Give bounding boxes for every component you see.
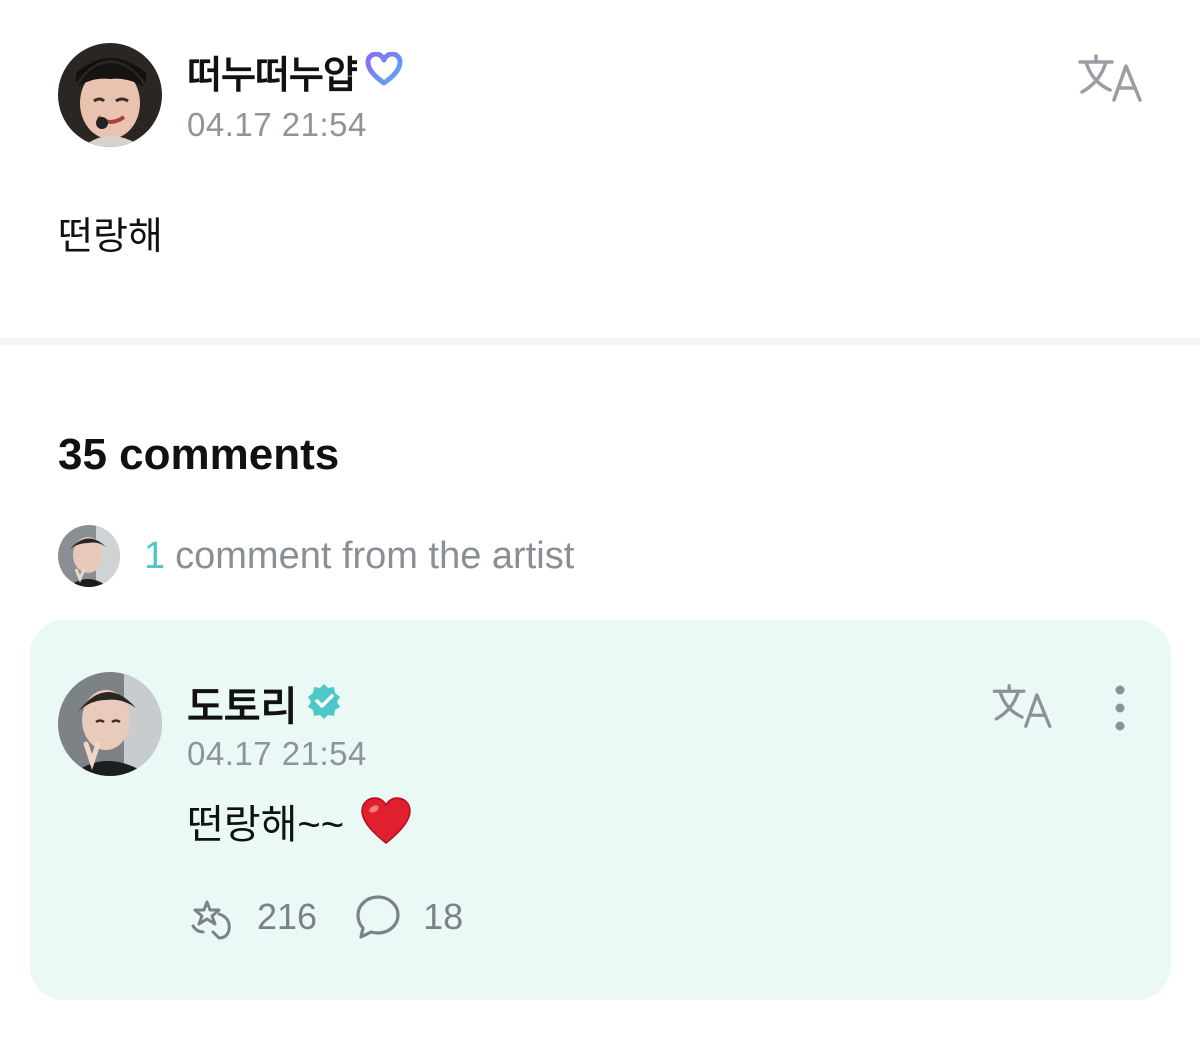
post: 떠누떠누얍 04.17 21:54 떤랑해: [0, 0, 1200, 338]
membership-heart-icon: [365, 51, 403, 91]
more-vertical-icon[interactable]: [1108, 682, 1132, 736]
artist-author: 도토리: [187, 674, 343, 732]
artist-comment-summary[interactable]: 1 comment from the artist: [58, 525, 575, 587]
post-author-avatar[interactable]: [58, 43, 162, 147]
like-button[interactable]: 216: [187, 892, 317, 942]
artist-comment-count: 1: [144, 534, 166, 577]
artist-name[interactable]: 도토리: [187, 674, 297, 732]
like-count: 216: [257, 896, 318, 937]
post-body: 떤랑해: [58, 216, 163, 258]
post-author-name[interactable]: 떠누떠누얍: [187, 44, 358, 99]
artist-comment-card: 도토리 04.17 21:54 떤랑해~~ 216 18: [30, 620, 1171, 1000]
reply-button[interactable]: 18: [353, 892, 463, 942]
post-author: 떠누떠누얍: [187, 44, 403, 99]
artist-comment-text: 떤랑해~~: [187, 803, 345, 847]
red-heart-emoji: [360, 797, 412, 845]
artist-comment-label: comment from the artist: [175, 534, 575, 577]
section-divider: [0, 338, 1200, 345]
like-icon: [191, 900, 231, 940]
translate-icon[interactable]: [992, 682, 1054, 730]
artist-comment-timestamp: 04.17 21:54: [187, 735, 367, 772]
reply-count: 18: [423, 896, 464, 937]
artist-comment-body: 떤랑해~~: [187, 792, 412, 850]
artist-mini-avatar: [58, 525, 120, 587]
artist-avatar[interactable]: [58, 672, 162, 776]
comments-count: 35 comments: [58, 430, 340, 479]
comment-bubble-icon: [356, 895, 400, 939]
translate-icon[interactable]: [1078, 52, 1144, 104]
comment-actions: 216 18: [187, 892, 499, 942]
verified-badge-icon: [305, 682, 343, 725]
post-timestamp: 04.17 21:54: [187, 106, 367, 143]
